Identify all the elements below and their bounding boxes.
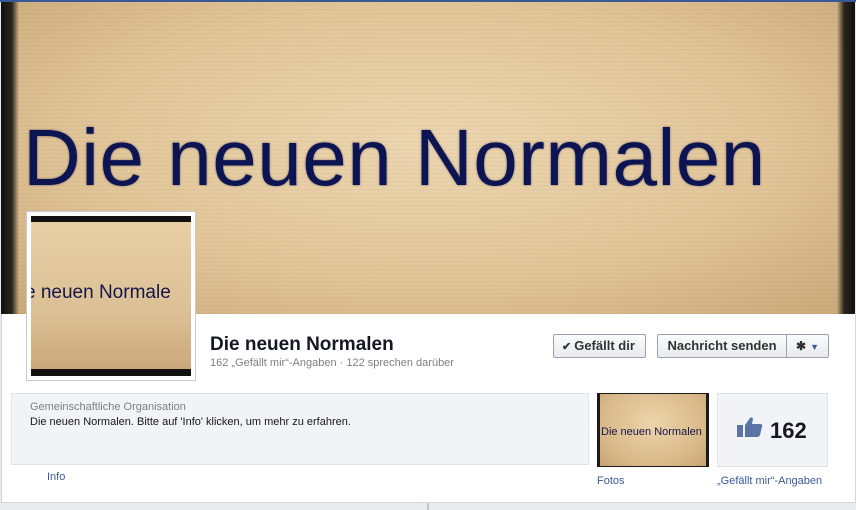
page-category: Gemeinschaftliche Organisation <box>30 401 186 413</box>
photos-thumbnail[interactable]: Die neuen Normalen <box>597 393 709 467</box>
page-stats: 162 „Gefällt mir“-Angaben · 122 sprechen… <box>210 357 454 369</box>
likes-box[interactable]: 162 <box>717 393 828 467</box>
like-button[interactable]: ✔ Gefällt dir <box>553 334 646 358</box>
photos-thumbnail-text: Die neuen Normalen <box>601 426 702 438</box>
send-message-button[interactable]: Nachricht senden <box>657 334 787 358</box>
like-button-label: Gefällt dir <box>574 338 635 353</box>
settings-dropdown-button[interactable]: ✱ ▼ <box>786 334 829 358</box>
gear-icon: ✱ <box>796 339 807 353</box>
tab-info[interactable]: Info <box>47 471 65 483</box>
checkmark-icon: ✔ <box>562 341 572 353</box>
cover-text: Die neuen Normalen <box>23 113 766 202</box>
profile-picture-image: e neuen Normale <box>31 216 191 376</box>
profile-picture-text: e neuen Normale <box>31 282 171 303</box>
profile-picture[interactable]: e neuen Normale <box>26 211 196 381</box>
tab-likes[interactable]: „Gefällt mir“-Angaben <box>717 475 822 487</box>
page-title[interactable]: Die neuen Normalen <box>210 334 394 356</box>
thumbs-up-icon <box>737 417 763 437</box>
likes-count: 162 <box>770 418 807 443</box>
tab-photos[interactable]: Fotos <box>597 475 625 487</box>
cover-edge-right <box>837 2 855 314</box>
caret-down-icon: ▼ <box>810 342 819 352</box>
divider-tick <box>427 503 429 510</box>
cover-edge-left <box>1 2 19 314</box>
photos-thumbnail-image: Die neuen Normalen <box>600 394 706 466</box>
page-description: Die neuen Normalen. Bitte auf 'Info' kli… <box>30 416 351 428</box>
about-box: Gemeinschaftliche Organisation Die neuen… <box>11 393 589 465</box>
